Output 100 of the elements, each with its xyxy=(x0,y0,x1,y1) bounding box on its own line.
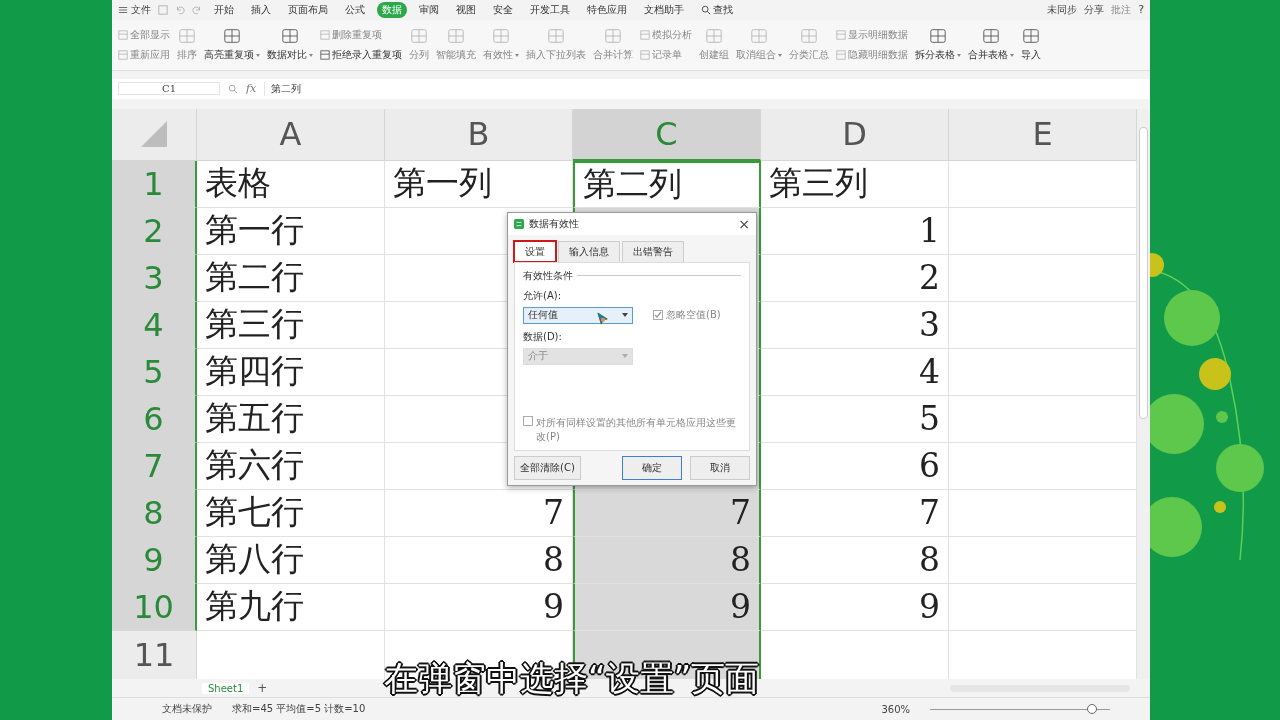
table-cell[interactable]: 9 xyxy=(573,583,761,631)
table-cell[interactable]: 第二行 xyxy=(197,254,385,302)
dialog-title: 数据有效性 xyxy=(529,216,580,231)
ribbon-button[interactable]: 导入 xyxy=(1021,27,1041,63)
menu-tab[interactable]: 页面布局 xyxy=(283,1,333,18)
grid-icon xyxy=(800,27,818,46)
cancel-button[interactable]: 取消 xyxy=(690,455,750,480)
column-header[interactable]: B xyxy=(385,108,573,161)
grid-icon xyxy=(750,27,768,46)
group-title: 有效性条件 xyxy=(523,268,573,283)
table-cell[interactable]: 第六行 xyxy=(197,442,385,490)
save-icon[interactable] xyxy=(158,4,168,15)
caret-icon xyxy=(515,53,519,57)
menu-tab[interactable]: 插入 xyxy=(246,1,276,18)
grid-icon xyxy=(223,27,241,46)
table-cell[interactable]: 7 xyxy=(761,489,949,537)
clear-all-button[interactable]: 全部清除(C) xyxy=(514,455,581,480)
ribbon-button[interactable]: 拆分表格 xyxy=(915,27,961,63)
column-header[interactable]: E xyxy=(949,108,1137,161)
menu-tab[interactable]: 安全 xyxy=(488,1,518,18)
protection-status[interactable]: 文档未保护 xyxy=(162,702,212,717)
grid-icon xyxy=(836,49,846,60)
redo-icon[interactable] xyxy=(192,4,202,15)
allow-dropdown[interactable]: 任何值 xyxy=(523,306,633,324)
table-cell[interactable]: 第一行 xyxy=(197,207,385,255)
table-cell[interactable]: 第五行 xyxy=(197,395,385,443)
ribbon-button[interactable]: 拒绝录入重复项 xyxy=(320,47,402,62)
ribbon-button[interactable]: 数据对比 xyxy=(267,27,313,63)
grid-icon xyxy=(118,49,128,60)
zoom-slider-thumb[interactable] xyxy=(1087,704,1097,715)
menu-tab[interactable]: 公式 xyxy=(340,1,370,18)
grid-icon xyxy=(410,27,428,46)
sync-button[interactable]: 未同步 xyxy=(1047,2,1078,17)
column-header[interactable]: D xyxy=(761,108,949,161)
table-cell[interactable]: 7 xyxy=(573,489,761,537)
table-cell[interactable]: 第七行 xyxy=(197,489,385,537)
table-cell[interactable]: 6 xyxy=(761,442,949,490)
table-cell[interactable]: 第二列 xyxy=(573,160,761,208)
zoom-level[interactable]: 360% xyxy=(881,703,910,715)
grid-icon xyxy=(1022,27,1040,46)
selection-stats: 求和=45 平均值=5 计数=10 xyxy=(232,702,366,717)
name-box[interactable]: C1 xyxy=(118,82,220,96)
file-menu[interactable]: 文件 xyxy=(118,2,151,17)
table-cell[interactable]: 4 xyxy=(761,348,949,396)
menu-icon xyxy=(118,4,128,15)
grid-icon xyxy=(836,29,846,40)
add-sheet-button[interactable]: + xyxy=(257,681,268,696)
menu-tab[interactable]: 审阅 xyxy=(414,1,444,18)
search-button[interactable]: 查找 xyxy=(696,1,738,18)
table-cell[interactable]: 8 xyxy=(761,536,949,584)
zoom-icon[interactable] xyxy=(228,83,238,94)
table-cell[interactable]: 第三列 xyxy=(761,160,949,208)
table-cell[interactable]: 3 xyxy=(761,301,949,349)
table-cell[interactable]: 1 xyxy=(761,207,949,255)
menu-tab[interactable]: 开发工具 xyxy=(525,1,575,18)
menu-tab[interactable]: 开始 xyxy=(209,1,239,18)
ribbon-button[interactable]: 高亮重复项 xyxy=(204,27,260,63)
grid-icon xyxy=(982,27,1000,46)
function-label[interactable]: fx xyxy=(246,82,257,96)
table-cell[interactable]: 5 xyxy=(761,395,949,443)
app-icon xyxy=(514,218,524,229)
grid-icon xyxy=(640,29,650,40)
dialog-tab[interactable]: 输入信息 xyxy=(558,240,620,262)
formula-field[interactable]: 第二列 xyxy=(264,81,1144,96)
field-label: 数据(D): xyxy=(523,329,563,344)
caret-icon xyxy=(309,53,313,57)
grid-icon xyxy=(447,27,465,46)
table-cell[interactable]: 9 xyxy=(761,583,949,631)
sheet-tab[interactable]: Sheet1 xyxy=(202,682,250,694)
grid-icon xyxy=(320,49,330,60)
close-button[interactable]: × xyxy=(738,215,750,232)
menu-tab[interactable]: 文档助手 xyxy=(639,1,689,18)
column-header[interactable]: A xyxy=(197,108,385,161)
cursor-icon xyxy=(597,311,609,326)
dialog-tab[interactable]: 设置 xyxy=(514,240,556,262)
undo-icon[interactable] xyxy=(175,4,185,15)
subtitle-caption: 在弹窗中选择“设置”页面 xyxy=(384,657,760,700)
search-icon xyxy=(701,4,711,15)
select-all-icon[interactable] xyxy=(139,119,169,150)
ok-button[interactable]: 确定 xyxy=(622,455,682,480)
table-cell[interactable]: 表格 xyxy=(197,160,385,208)
table-cell[interactable]: 第八行 xyxy=(197,536,385,584)
table-cell[interactable]: 第三行 xyxy=(197,301,385,349)
help-button[interactable]: ? xyxy=(1138,3,1144,17)
row-header[interactable]: 11 xyxy=(112,630,197,680)
share-button[interactable]: 分享 xyxy=(1084,2,1105,17)
grid-icon xyxy=(547,27,565,46)
menu-tab[interactable]: 视图 xyxy=(451,1,481,18)
table-cell[interactable]: 8 xyxy=(573,536,761,584)
field-label: 允许(A): xyxy=(523,288,562,303)
caret-icon xyxy=(256,53,260,57)
dialog-tab[interactable]: 出错警告 xyxy=(622,240,684,262)
grid-icon xyxy=(705,27,723,46)
table-cell[interactable]: 第四行 xyxy=(197,348,385,396)
caret-icon xyxy=(778,53,782,57)
table-cell[interactable]: 2 xyxy=(761,254,949,302)
table-cell[interactable]: 第九行 xyxy=(197,583,385,631)
grid-icon xyxy=(640,49,650,60)
menu-tab[interactable]: 特色应用 xyxy=(582,1,632,18)
ribbon-button[interactable]: 合并表格 xyxy=(968,27,1014,63)
